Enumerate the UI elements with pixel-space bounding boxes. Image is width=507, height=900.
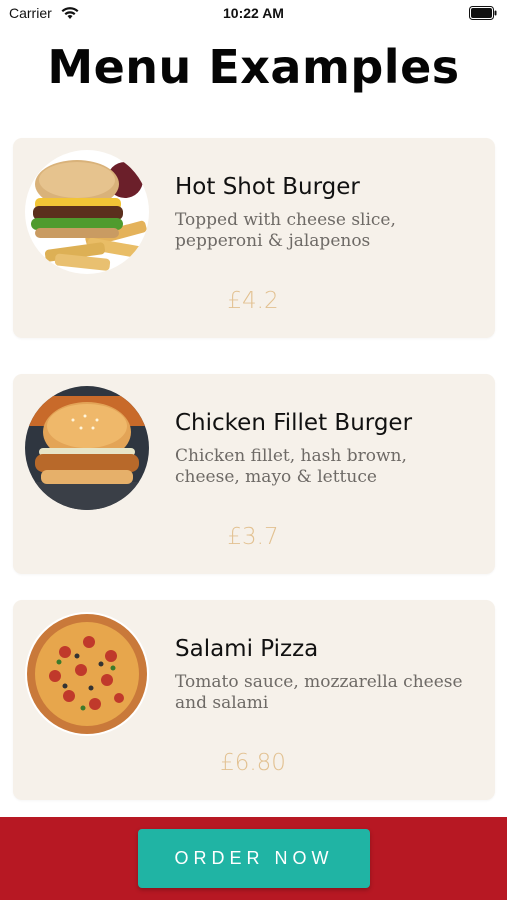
menu-item-description: Tomato sauce, mozzarella cheese and sala… xyxy=(175,672,463,713)
salami-pizza-image xyxy=(25,612,149,736)
menu-list: Hot Shot Burger Topped with cheese slice… xyxy=(13,138,495,800)
burger-with-fries-image xyxy=(25,150,149,274)
menu-item-description: Topped with cheese slice, pepperoni & ja… xyxy=(175,210,396,251)
menu-item-price: £4.2 xyxy=(227,288,279,314)
order-now-button[interactable]: ORDER NOW xyxy=(138,829,370,888)
menu-item-description: Chicken fillet, hash brown, cheese, mayo… xyxy=(175,446,407,487)
menu-item-card[interactable]: Hot Shot Burger Topped with cheese slice… xyxy=(13,138,495,338)
battery-icon xyxy=(469,6,497,20)
page-title: Menu Examples xyxy=(47,40,460,94)
status-bar: Carrier 10:22 AM xyxy=(0,0,507,28)
status-time: 10:22 AM xyxy=(223,5,284,21)
menu-item-name: Salami Pizza xyxy=(175,636,319,662)
menu-item-name: Hot Shot Burger xyxy=(175,174,360,200)
chicken-burger-image xyxy=(25,386,149,510)
menu-item-card[interactable]: Chicken Fillet Burger Chicken fillet, ha… xyxy=(13,374,495,574)
menu-item-card[interactable]: Salami Pizza Tomato sauce, mozzarella ch… xyxy=(13,600,495,800)
order-footer: ORDER NOW xyxy=(0,817,507,900)
menu-item-price: £3.7 xyxy=(227,524,279,550)
menu-item-name: Chicken Fillet Burger xyxy=(175,410,413,436)
menu-item-price: £6.80 xyxy=(220,750,286,776)
